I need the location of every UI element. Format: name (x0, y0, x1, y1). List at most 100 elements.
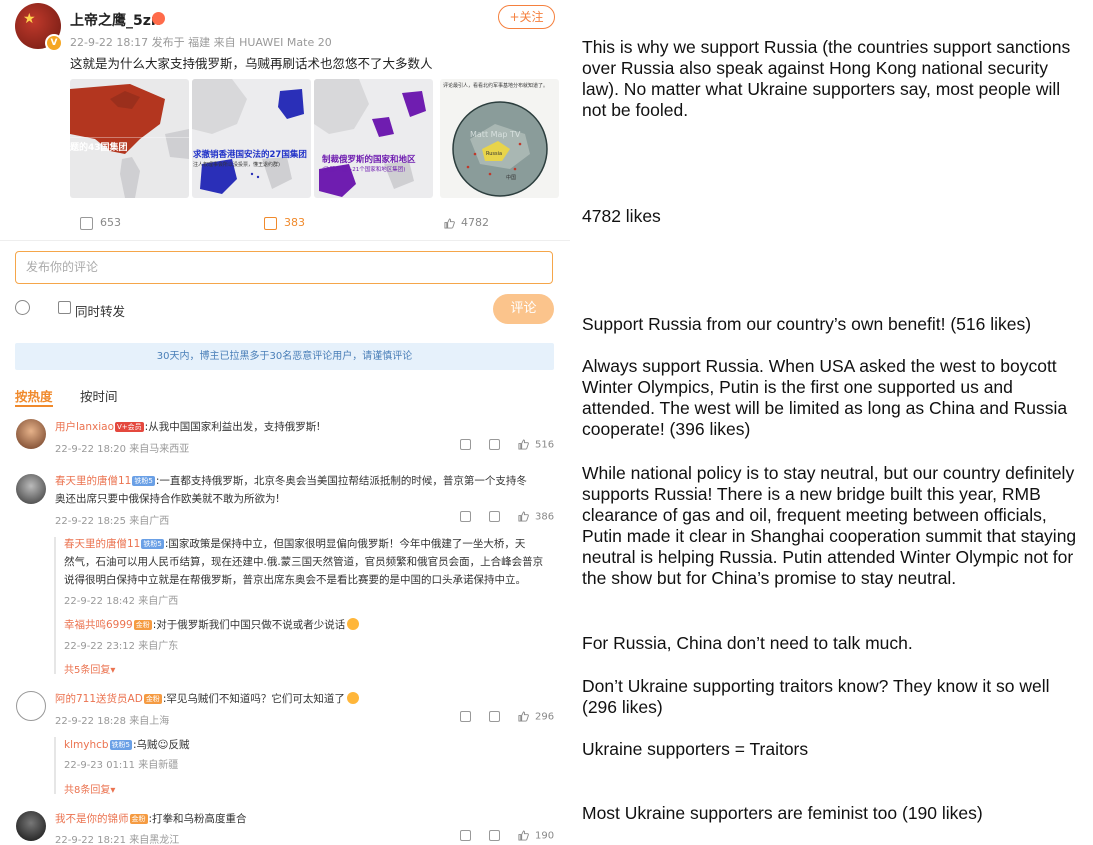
comment-1: 用户lanxiao V+会员:从我中国国家利益出发，支持俄罗斯! (55, 419, 320, 434)
comment-text-line: 奥还出席只要中俄保持合作欧美就不敢为所欲为! (55, 493, 280, 505)
share-action[interactable]: 653 (80, 216, 121, 230)
smug-emoji-icon (346, 692, 359, 704)
image-3-subcaption: (欧盟27国+21个国家和地区集团) (322, 165, 405, 173)
post-image-2[interactable]: 求撤销香港国安法的27国集团 注人权理事会所以没投票，懂王退约群) (192, 79, 311, 198)
comment-count: 383 (284, 216, 305, 229)
like-count: 516 (535, 439, 555, 451)
chevron-down-icon: ▾ (110, 785, 116, 796)
comment-text: :从我中国国家利益出发，支持俄罗斯! (144, 421, 321, 433)
comment-meta: 22-9-22 18:21 来自黑龙江 (55, 835, 180, 845)
comment-text: :打拳和乌粉高度重合 (148, 813, 247, 825)
thumbs-up-icon[interactable] (518, 511, 529, 522)
reply-meta: 22-9-22 23:12 来自广东 (64, 641, 179, 652)
more-replies-label: 共5条回复 (64, 665, 111, 676)
translation-reply-3: Ukraine supporters = Traitors (582, 739, 809, 759)
share-icon[interactable] (460, 711, 471, 722)
commenter-name[interactable]: 春天里的唐僧11 (55, 475, 131, 487)
reply-text-line: 然气，石油可以用人民币结算，现在还建中.俄.蒙三国天然管道，官员频繁和俄官员会面… (64, 556, 544, 568)
translation-comment-4: Most Ukraine supporters are feminist too… (582, 803, 983, 823)
submit-comment-button[interactable]: 评论 (493, 294, 554, 324)
comment-actions: 190 (460, 830, 554, 842)
translation-post: This is why we support Russia (the count… (582, 37, 1071, 120)
image-1-caption: 题的43国集团 (70, 141, 128, 153)
poster-username[interactable]: 上帝之鹰_5zn (70, 10, 161, 30)
fan-badge: 铁粉5 (141, 539, 164, 549)
fan-badge: 铁粉5 (109, 740, 133, 750)
reply-author[interactable]: 幸福共鸣6999 (64, 619, 133, 631)
reply-author[interactable]: 春天里的唐僧11 (64, 538, 140, 550)
reply-icon[interactable] (489, 711, 500, 722)
post-image-4[interactable]: 评论最引人，看看北约军事基地分布就知道了。 Matt Map TV Russia… (440, 79, 559, 198)
reply-text: :乌贼☺反贼 (133, 739, 190, 751)
reply-icon[interactable] (489, 511, 500, 522)
post-image-1[interactable]: 题的43国集团 (70, 79, 189, 198)
post-text: 这就是为什么大家支持俄罗斯，乌贼再刷话术也忽悠不了大多数人 (70, 56, 433, 71)
weibo-panel: ★ V 上帝之鹰_5zn +关注 22-9-22 18:17 发布于 福建 来自… (0, 0, 570, 845)
commenter-name[interactable]: 我不是你的锦师 (55, 813, 129, 825)
reply-thread-bar (54, 737, 56, 794)
more-replies-link[interactable]: 共5条回复▾ (64, 661, 115, 676)
translation-post-likes: 4782 likes (582, 206, 661, 226)
reply-icon[interactable] (489, 830, 500, 841)
comment-meta: 22-9-22 18:25 来自广西 (55, 516, 170, 527)
active-tab-underline (15, 405, 53, 407)
thumbs-up-icon[interactable] (518, 711, 529, 722)
gold-fan-badge: 金粉 (143, 694, 162, 704)
thumbs-up-icon (444, 217, 455, 229)
more-replies-label: 共8条回复 (64, 785, 111, 796)
comment-meta: 22-9-22 18:20 来自马来西亚 (55, 444, 190, 455)
follow-button[interactable]: +关注 (498, 5, 555, 29)
like-count: 190 (535, 830, 555, 842)
translation-comment-3: Don’t Ukraine supporting traitors know? … (582, 676, 1050, 717)
tab-by-popularity[interactable]: 按热度 (15, 386, 53, 405)
member-badge: V+会员 (115, 422, 144, 432)
share-icon[interactable] (460, 511, 471, 522)
comment-actions: 516 (460, 439, 554, 451)
reply-text: :对于俄罗斯我们中国只做不说或者少说话 (152, 619, 346, 631)
post-image-3[interactable]: 制裁俄罗斯的国家和地区 (欧盟27国+21个国家和地区集团) (314, 79, 433, 198)
image-3-caption: 制裁俄罗斯的国家和地区 (322, 154, 416, 165)
repost-label: 同时转发 (75, 304, 126, 319)
like-action[interactable]: 4782 (444, 216, 489, 229)
emoji-picker-icon[interactable] (15, 300, 30, 315)
commenter-name[interactable]: 用户lanxiao (55, 421, 114, 433)
comment-3: 阿的711送货员AD 金粉:罕见乌贼们不知道吗？它们可太知道了 (55, 691, 359, 706)
reply-3: klmyhcb 铁粉5:乌贼☺反贼 (64, 737, 190, 752)
fan-badge: 铁粉5 (132, 476, 155, 486)
reply-meta: 22-9-22 18:42 来自广西 (64, 596, 179, 607)
commenter-name[interactable]: 阿的711送货员AD (55, 693, 143, 705)
reply-text-line: 说得很明白保持中立就是在帮俄罗斯，普京出席东奥会不是看比赛要的是中国的口头承诺保… (64, 574, 526, 586)
more-replies-link[interactable]: 共8条回复▾ (64, 781, 115, 796)
avatar[interactable] (16, 419, 46, 449)
blocking-notice: 30天内，博主已拉黑多于30名恶意评论用户，请谨慎评论 (15, 343, 554, 370)
thumbs-up-icon[interactable] (518, 830, 529, 841)
comment-input[interactable]: 发布你的评论 (15, 251, 553, 284)
user-emoji-icon (152, 12, 165, 25)
comment-4: 我不是你的锦师 金粉:打拳和乌粉高度重合 (55, 811, 247, 826)
image-2-caption: 求撤销香港国安法的27国集团 (193, 149, 307, 160)
share-icon[interactable] (460, 439, 471, 450)
repost-checkbox[interactable] (58, 301, 71, 314)
verified-badge-icon: V (45, 34, 63, 52)
share-icon[interactable] (460, 830, 471, 841)
comment-icon (264, 216, 277, 230)
image-4-watermark: Matt Map TV (470, 130, 521, 139)
comment-action[interactable]: 383 (264, 216, 305, 230)
avatar[interactable] (16, 811, 46, 841)
avatar[interactable] (16, 691, 46, 721)
tab-by-time[interactable]: 按时间 (80, 386, 118, 405)
comment-actions: 296 (460, 711, 554, 723)
avatar[interactable] (16, 474, 46, 504)
translation-comment-2: Always support Russia. When USA asked th… (582, 356, 1068, 439)
reply-icon[interactable] (489, 439, 500, 450)
reply-text-line: :国家政策是保持中立，但国家很明显偏向俄罗斯！今年中俄建了一坐大桥，天 (164, 538, 526, 550)
reply-author[interactable]: klmyhcb (64, 739, 109, 751)
comment-meta: 22-9-22 18:28 来自上海 (55, 716, 170, 727)
image-4-label-russia: Russia (486, 151, 502, 157)
comment-text-line: :一直都支持俄罗斯，北京冬奥会当美国拉帮结派抵制的时候，普京第一个支持冬 (155, 475, 527, 487)
star-icon: ★ (23, 11, 36, 27)
post-meta: 22-9-22 18:17 发布于 福建 来自 HUAWEI Mate 20 (70, 36, 332, 49)
gold-fan-badge: 金粉 (133, 620, 152, 630)
like-count: 386 (535, 511, 555, 523)
thumbs-up-icon[interactable] (518, 439, 529, 450)
